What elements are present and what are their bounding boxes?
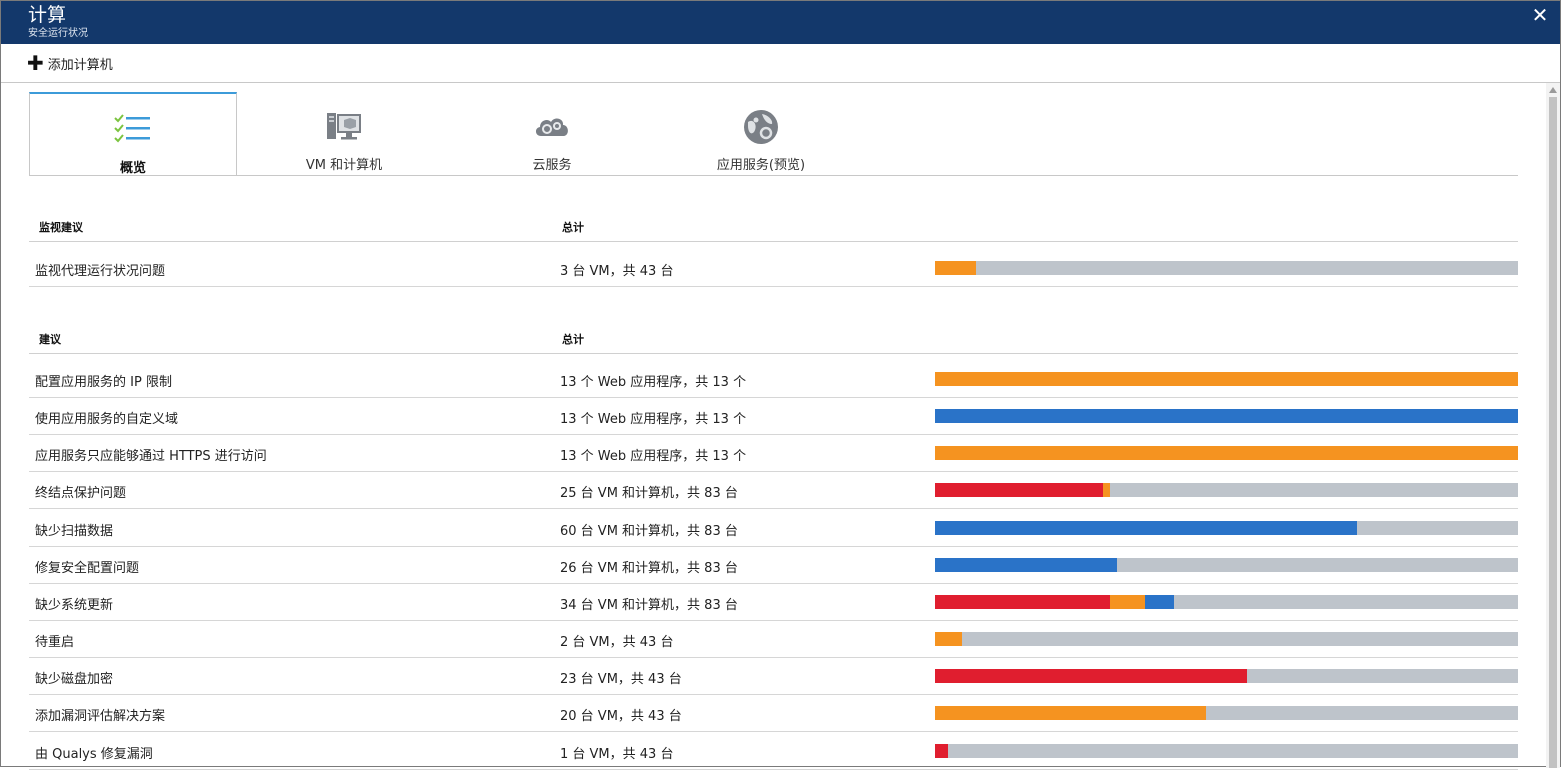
table-row[interactable]: 缺少磁盘加密 23 台 VM，共 43 台 <box>29 658 1518 696</box>
recommendation-name: 使用应用服务的自定义域 <box>35 412 179 428</box>
tab-app-services[interactable]: 应用服务(预览) <box>657 92 865 175</box>
plus-icon: ✚ <box>27 51 44 75</box>
recommendation-total: 60 台 VM 和计算机，共 83 台 <box>560 523 738 539</box>
recommendation-total: 20 台 VM，共 43 台 <box>560 709 682 725</box>
blade-title: 计算 <box>28 4 67 26</box>
bar-segment-blue <box>1145 594 1174 609</box>
health-progress-bar <box>935 372 1518 386</box>
recommendation-total: 3 台 VM，共 43 台 <box>560 264 674 279</box>
monitoring-table-header: 监视建议 总计 <box>29 213 1518 242</box>
table-row[interactable]: 待重启 2 台 VM，共 43 台 <box>29 621 1518 659</box>
table-row[interactable]: 终结点保护问题 25 台 VM 和计算机，共 83 台 <box>29 472 1518 510</box>
bar-segment-orange <box>935 372 1518 386</box>
recommendation-name: 终结点保护问题 <box>35 486 127 502</box>
bar-segment-orange <box>935 261 976 275</box>
table-row[interactable]: 由 Qualys 修复漏洞 1 台 VM，共 43 台 <box>29 733 1518 770</box>
health-progress-bar <box>935 594 1518 609</box>
recommendation-total: 2 台 VM，共 43 台 <box>560 635 674 651</box>
checklist-icon <box>114 114 150 143</box>
health-progress-bar <box>935 669 1518 684</box>
bar-segment-red <box>935 594 1111 609</box>
health-progress-bar <box>935 706 1518 721</box>
tab-strip: 概览 VM 和计算机 云服务 应用服务(预览) <box>29 92 1518 176</box>
bar-segment-red <box>935 483 1104 498</box>
table-row[interactable]: 监视代理运行状况问题 3 台 VM，共 43 台 <box>29 250 1518 287</box>
health-progress-bar <box>935 446 1518 461</box>
close-icon[interactable]: ✕ <box>1528 4 1552 26</box>
recommendations-col-total: 总计 <box>562 333 584 346</box>
scrollbar-thumb[interactable] <box>1549 97 1557 768</box>
monitoring-col-total: 总计 <box>562 221 584 234</box>
table-row[interactable]: 缺少扫描数据 60 台 VM 和计算机，共 83 台 <box>29 510 1518 547</box>
recommendation-name: 配置应用服务的 IP 限制 <box>35 375 172 390</box>
tab-cloud-services[interactable]: 云服务 <box>448 92 656 175</box>
recommendation-total: 13 个 Web 应用程序，共 13 个 <box>560 375 747 390</box>
health-progress-bar <box>935 743 1518 758</box>
tab-vm-computers-label: VM 和计算机 <box>305 158 383 173</box>
bar-segment-blue <box>935 557 1118 572</box>
health-progress-bar <box>935 261 1518 275</box>
bar-segment-blue <box>935 520 1357 535</box>
table-row[interactable]: 缺少系统更新 34 台 VM 和计算机，共 83 台 <box>29 584 1518 621</box>
command-bar: ✚ 添加计算机 <box>1 44 1560 83</box>
add-computer-label: 添加计算机 <box>47 57 113 73</box>
title-bar: 计算 安全运行状况 ✕ <box>1 1 1560 44</box>
recommendation-total: 26 台 VM 和计算机，共 83 台 <box>560 560 738 576</box>
recommendations-table-header: 建议 总计 <box>29 325 1518 354</box>
table-row[interactable]: 修复安全配置问题 26 台 VM 和计算机，共 83 台 <box>29 547 1518 584</box>
recommendation-name: 监视代理运行状况问题 <box>35 264 166 279</box>
bar-segment-red <box>935 743 949 758</box>
recommendation-name: 由 Qualys 修复漏洞 <box>35 746 153 762</box>
globe-gear-icon <box>744 110 778 144</box>
table-row[interactable]: 添加漏洞评估解决方案 20 台 VM，共 43 台 <box>29 695 1518 733</box>
tab-overview[interactable]: 概览 <box>29 92 237 176</box>
bar-segment-orange <box>1103 483 1111 498</box>
bar-segment-blue <box>935 409 1518 424</box>
recommendation-total: 13 个 Web 应用程序，共 13 个 <box>560 449 747 465</box>
recommendation-name: 修复安全配置问题 <box>35 560 140 576</box>
monitoring-col-name: 监视建议 <box>39 221 83 234</box>
recommendation-name: 待重启 <box>35 635 75 651</box>
health-progress-bar <box>935 557 1518 572</box>
recommendation-total: 13 个 Web 应用程序，共 13 个 <box>560 412 747 428</box>
blade-subtitle: 安全运行状况 <box>28 28 88 39</box>
bar-segment-orange <box>1110 594 1146 609</box>
recommendation-total: 25 台 VM 和计算机，共 83 台 <box>560 486 738 502</box>
health-progress-bar <box>935 632 1518 647</box>
tab-app-services-label: 应用服务(预览) <box>716 158 806 173</box>
table-row[interactable]: 配置应用服务的 IP 限制 13 个 Web 应用程序，共 13 个 <box>29 361 1518 398</box>
health-progress-bar <box>935 409 1518 424</box>
recommendations-col-name: 建议 <box>39 333 61 346</box>
recommendation-name: 缺少扫描数据 <box>35 523 114 539</box>
bar-segment-orange <box>935 446 1518 461</box>
recommendation-total: 23 台 VM，共 43 台 <box>560 672 682 688</box>
bar-segment-orange <box>935 706 1207 721</box>
table-row[interactable]: 应用服务只应能够通过 HTTPS 进行访问 13 个 Web 应用程序，共 13 … <box>29 435 1518 473</box>
cloud-gear-icon <box>535 118 568 136</box>
health-progress-bar <box>935 520 1518 535</box>
recommendation-name: 应用服务只应能够通过 HTTPS 进行访问 <box>35 449 267 465</box>
vm-computer-icon <box>327 113 361 140</box>
recommendation-total: 1 台 VM，共 43 台 <box>560 746 674 762</box>
tab-overview-label: 概览 <box>119 161 146 176</box>
table-row[interactable]: 使用应用服务的自定义域 13 个 Web 应用程序，共 13 个 <box>29 398 1518 436</box>
vertical-scrollbar[interactable] <box>1546 83 1560 768</box>
recommendation-name: 添加漏洞评估解决方案 <box>35 709 166 725</box>
health-progress-bar <box>935 483 1518 498</box>
recommendation-name: 缺少磁盘加密 <box>35 672 114 688</box>
tab-cloud-services-label: 云服务 <box>532 158 572 173</box>
scroll-up-arrow-icon[interactable] <box>1549 87 1557 93</box>
recommendation-name: 缺少系统更新 <box>35 597 114 613</box>
tab-vm-computers[interactable]: VM 和计算机 <box>240 92 448 175</box>
bar-segment-orange <box>935 632 962 647</box>
bar-segment-red <box>935 669 1247 684</box>
add-computer-button[interactable]: ✚ 添加计算机 <box>27 53 113 73</box>
recommendation-total: 34 台 VM 和计算机，共 83 台 <box>560 597 738 613</box>
